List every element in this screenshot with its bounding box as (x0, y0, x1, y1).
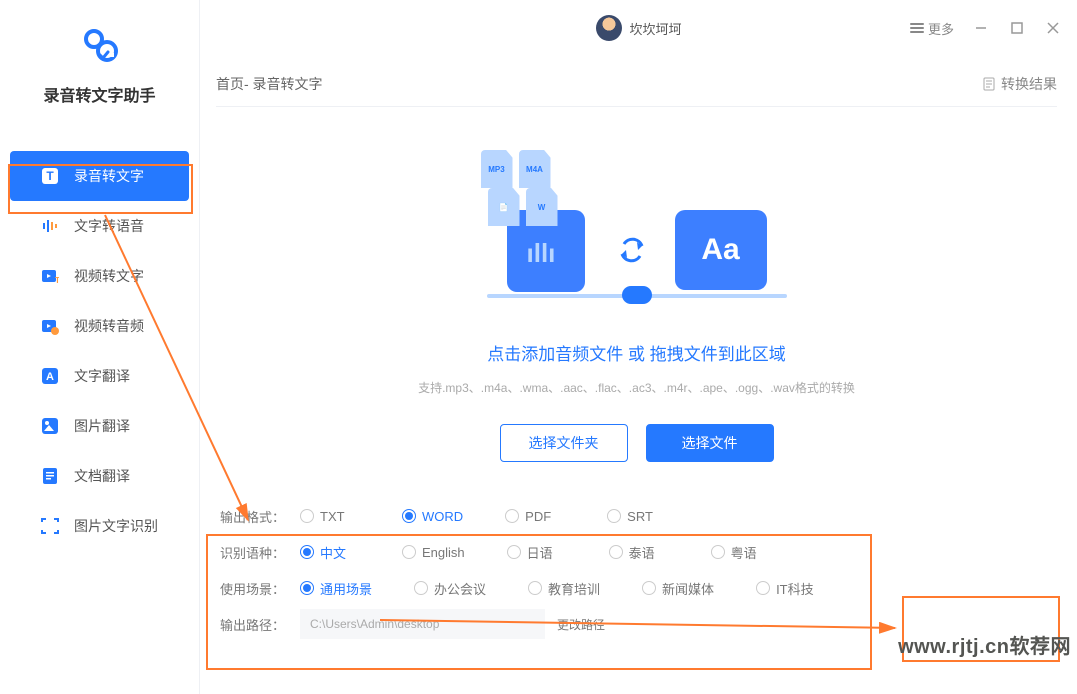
nav-image-translate[interactable]: 图片翻译 (0, 401, 199, 451)
radio-icon (642, 581, 656, 595)
nav-label: 视频转文字 (74, 266, 144, 286)
nav-audio-to-text[interactable]: T 录音转文字 (10, 151, 189, 201)
translate-image-icon (40, 416, 60, 436)
app-title: 录音转文字助手 (0, 82, 199, 106)
waveform-icon: ıllı (527, 238, 556, 269)
svg-text:T: T (55, 276, 59, 285)
minimize-button[interactable] (972, 19, 990, 37)
nav-label: 视频转音频 (74, 316, 144, 336)
language-option[interactable]: 泰语 (609, 543, 669, 562)
language-option[interactable]: 中文 (300, 543, 360, 562)
scene-option[interactable]: 通用场景 (300, 579, 372, 598)
video-audio-icon (40, 316, 60, 336)
nav-text-translate[interactable]: A 文字翻译 (0, 351, 199, 401)
nav-label: 录音转文字 (74, 166, 144, 186)
radio-icon (711, 545, 725, 559)
breadcrumb-bar: 首页- 录音转文字 转换结果 (216, 74, 1057, 107)
nav-video-to-text[interactable]: T 视频转文字 (0, 251, 199, 301)
radio-icon (402, 509, 416, 523)
text-icon: T (40, 166, 60, 186)
header: 坎坎坷坷 更多 (200, 0, 1077, 56)
language-row: 识别语种： 中文English日语泰语粤语 (220, 534, 1053, 570)
format-option[interactable]: WORD (402, 509, 463, 524)
nav-label: 图片翻译 (74, 416, 130, 436)
language-option[interactable]: 粤语 (711, 543, 771, 562)
waveform-icon (40, 216, 60, 236)
radio-icon (300, 545, 314, 559)
output-path-input[interactable] (300, 609, 545, 639)
radio-icon (528, 581, 542, 595)
radio-icon (609, 545, 623, 559)
header-actions: 更多 (910, 19, 1062, 38)
word-icon: W (526, 188, 558, 226)
radio-icon (300, 581, 314, 595)
doc-icon: 📄 (488, 188, 520, 226)
user-area[interactable]: 坎坎坷坷 (595, 15, 681, 41)
ocr-icon (40, 516, 60, 536)
username: 坎坎坷坷 (629, 19, 681, 38)
options-panel: 输出格式： TXTWORDPDFSRT 识别语种： 中文English日语泰语粤… (216, 498, 1057, 642)
nav-video-to-audio[interactable]: 视频转音频 (0, 301, 199, 351)
nav-list: T 录音转文字 文字转语音 T 视频转文字 视频转音频 A 文字翻译 图片翻译 … (0, 121, 199, 551)
more-button[interactable]: 更多 (910, 19, 954, 38)
nav-text-to-speech[interactable]: 文字转语音 (0, 201, 199, 251)
nav-label: 文档翻译 (74, 466, 130, 486)
sidebar: 录音转文字助手 T 录音转文字 文字转语音 T 视频转文字 视频转音频 A 文字… (0, 0, 200, 694)
radio-icon (505, 509, 519, 523)
language-option[interactable]: 日语 (507, 543, 567, 562)
format-option[interactable]: TXT (300, 509, 360, 524)
menu-icon (910, 23, 924, 33)
radio-icon (756, 581, 770, 595)
radio-icon (507, 545, 521, 559)
maximize-button[interactable] (1008, 19, 1026, 37)
nav-doc-translate[interactable]: 文档翻译 (0, 451, 199, 501)
breadcrumb: 首页- 录音转文字 (216, 74, 323, 94)
language-option[interactable]: English (402, 545, 465, 560)
svg-text:A: A (46, 371, 54, 383)
svg-text:T: T (46, 169, 54, 183)
radio-icon (300, 509, 314, 523)
avatar (595, 15, 621, 41)
radio-icon (414, 581, 428, 595)
upload-illustration: MP3 M4A ıllı 📄 W Aa (477, 150, 797, 310)
scene-row: 使用场景： 通用场景办公会议教育培训新闻媒体IT科技 (220, 570, 1053, 606)
upload-hint: 支持.mp3、.m4a、.wma、.aac、.flac、.ac3、.m4r、.a… (216, 379, 1057, 396)
translate-doc-icon (40, 466, 60, 486)
nav-label: 图片文字识别 (74, 516, 158, 536)
select-file-button[interactable]: 选择文件 (646, 424, 774, 462)
scene-option[interactable]: 新闻媒体 (642, 579, 714, 598)
main-panel: MP3 M4A ıllı 📄 W Aa 点击添加音频文件 或 拖拽文件到此区域 … (216, 110, 1057, 674)
app-logo-icon (80, 25, 120, 65)
scene-option[interactable]: IT科技 (756, 579, 816, 598)
select-folder-button[interactable]: 选择文件夹 (500, 424, 628, 462)
watermark: www.rjtj.cn软荐网 (898, 630, 1071, 659)
translate-text-icon: A (40, 366, 60, 386)
format-option[interactable]: SRT (607, 509, 667, 524)
nav-label: 文字转语音 (74, 216, 144, 236)
radio-icon (402, 545, 416, 559)
close-button[interactable] (1044, 19, 1062, 37)
scene-option[interactable]: 教育培训 (528, 579, 600, 598)
document-icon (982, 77, 996, 91)
radio-icon (607, 509, 621, 523)
scene-option[interactable]: 办公会议 (414, 579, 486, 598)
upload-title: 点击添加音频文件 或 拖拽文件到此区域 (216, 340, 1057, 365)
format-row: 输出格式： TXTWORDPDFSRT (220, 498, 1053, 534)
upload-area[interactable]: MP3 M4A ıllı 📄 W Aa 点击添加音频文件 或 拖拽文件到此区域 … (216, 110, 1057, 482)
logo-area: 录音转文字助手 (0, 0, 199, 121)
format-option[interactable]: PDF (505, 509, 565, 524)
video-text-icon: T (40, 266, 60, 286)
change-path-button[interactable]: 更改路径 (557, 616, 605, 633)
swap-icon (612, 230, 652, 270)
result-link[interactable]: 转换结果 (982, 74, 1057, 94)
nav-ocr[interactable]: 图片文字识别 (0, 501, 199, 551)
nav-label: 文字翻译 (74, 366, 130, 386)
